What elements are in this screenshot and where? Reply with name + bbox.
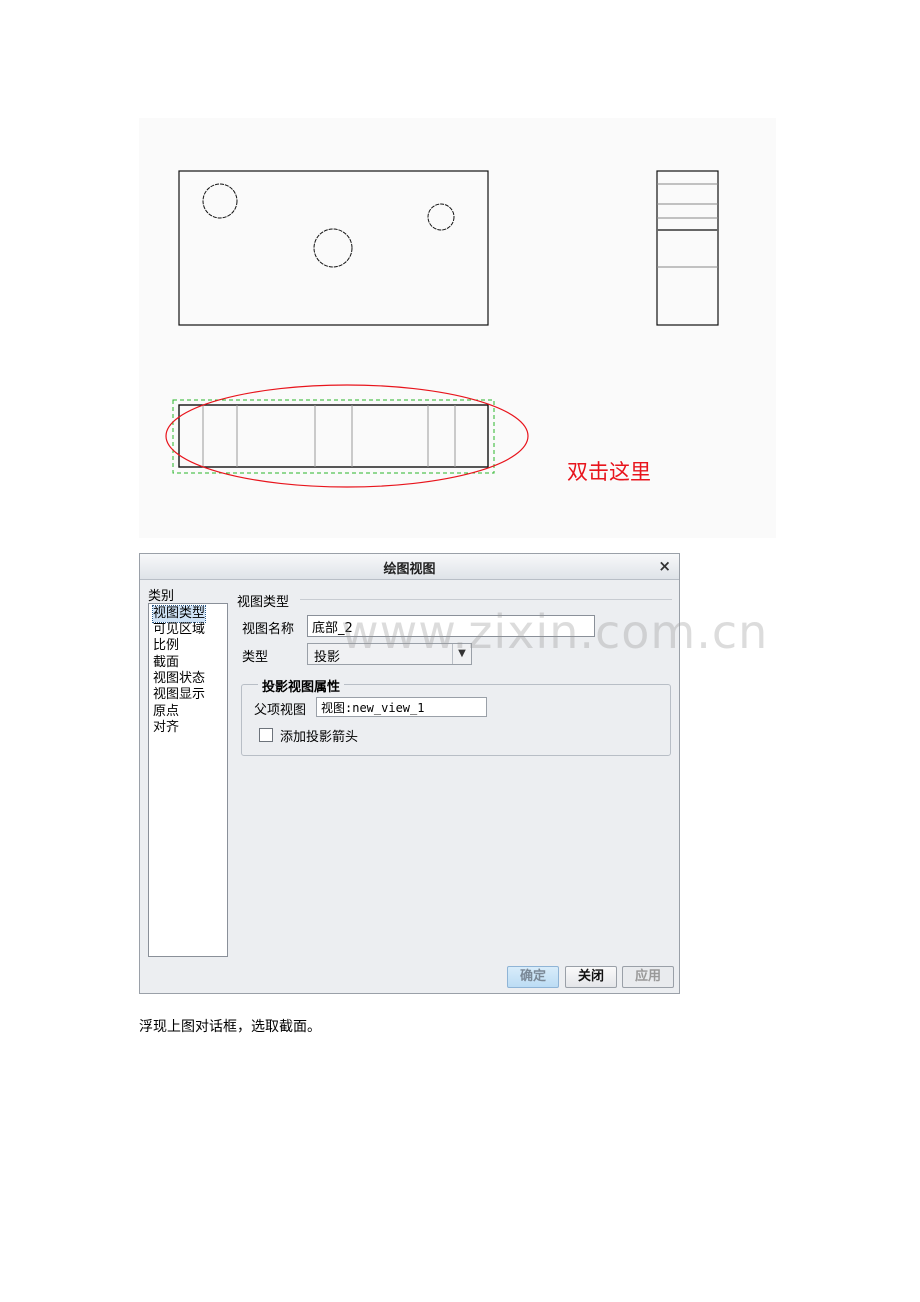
hole	[313, 228, 353, 268]
category-item-view-display[interactable]: 视图显示	[153, 687, 205, 703]
drawing-view-dialog: 绘图视图 × 类别 视图类型 可见区域 比例 截面 视图状态 视图显示 原点 对…	[139, 553, 680, 994]
type-select[interactable]: 投影 ▼	[307, 643, 472, 665]
ok-button[interactable]: 确定	[507, 966, 559, 988]
section-title: 视图类型	[237, 595, 290, 610]
category-item-scale[interactable]: 比例	[153, 638, 179, 654]
bottom-view[interactable]	[178, 404, 489, 468]
drawing-canvas[interactable]: 双击这里	[139, 118, 776, 538]
top-view[interactable]	[178, 170, 489, 326]
parent-view-label: 父项视图	[254, 703, 307, 718]
chevron-down-icon[interactable]: ▼	[452, 644, 471, 664]
hole	[202, 183, 238, 219]
highlight-ellipse	[165, 384, 529, 488]
section-divider	[300, 599, 672, 600]
projection-properties-group: 投影视图属性 父项视图 添加投影箭头	[241, 676, 671, 756]
category-item-visible-area[interactable]: 可见区域	[153, 622, 205, 638]
category-list: 视图类型 可见区域 比例 截面 视图状态 视图显示 原点 对齐	[148, 603, 228, 957]
category-label: 类别	[148, 589, 175, 604]
drawing-views	[165, 170, 719, 488]
parent-view-input[interactable]	[316, 697, 487, 717]
projection-group-title: 投影视图属性	[258, 676, 345, 695]
dialog-titlebar[interactable]: 绘图视图 ×	[140, 554, 679, 580]
view-name-input[interactable]	[307, 615, 595, 637]
type-selected-value: 投影	[314, 650, 341, 665]
view-name-label: 视图名称	[242, 622, 295, 637]
category-item-alignment[interactable]: 对齐	[153, 720, 179, 736]
hole	[427, 203, 455, 231]
add-projection-arrow-label: 添加投影箭头	[280, 730, 359, 745]
close-button[interactable]: 关闭	[565, 966, 617, 988]
type-label: 类型	[242, 650, 269, 665]
selection-box	[172, 399, 495, 474]
side-view[interactable]	[656, 170, 719, 326]
annotation-text: 双击这里	[567, 460, 651, 484]
close-icon[interactable]: ×	[658, 557, 671, 575]
apply-button[interactable]: 应用	[622, 966, 674, 988]
category-item-view-type[interactable]: 视图类型	[151, 605, 207, 623]
category-item-section[interactable]: 截面	[153, 655, 179, 671]
add-projection-arrow-checkbox[interactable]	[259, 728, 273, 742]
caption-text: 浮现上图对话框，选取截面。	[139, 1019, 321, 1035]
dialog-title: 绘图视图	[383, 562, 436, 577]
category-item-origin[interactable]: 原点	[153, 704, 179, 720]
category-item-view-state[interactable]: 视图状态	[153, 671, 205, 687]
